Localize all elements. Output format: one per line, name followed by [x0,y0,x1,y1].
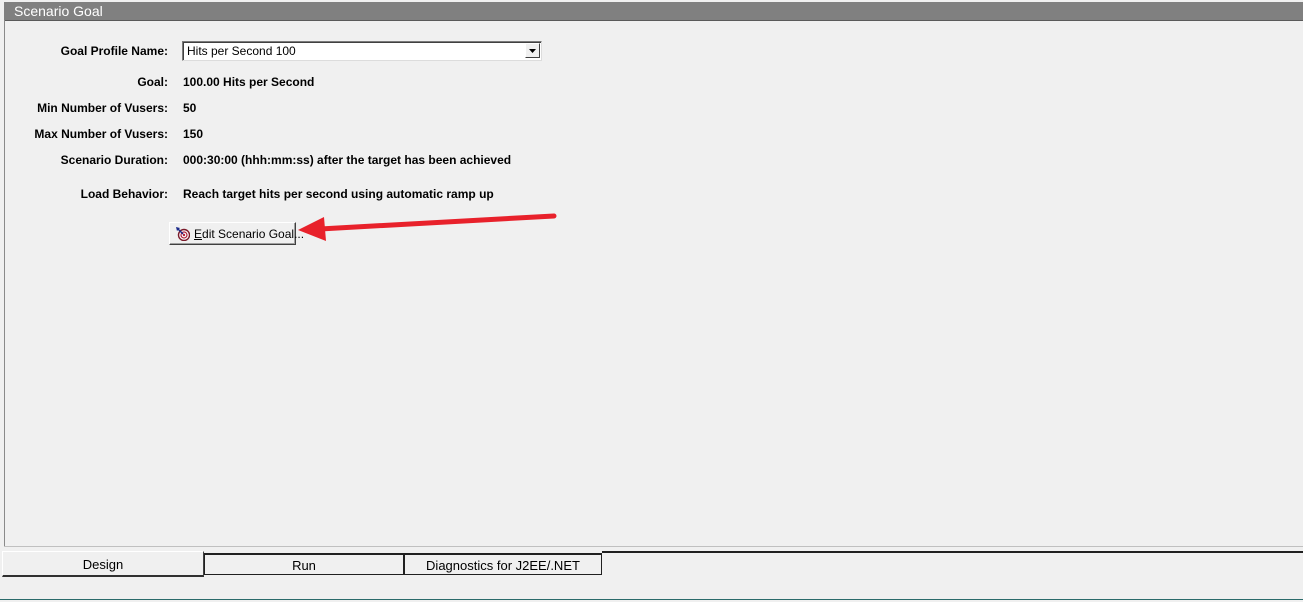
tab-diagnostics[interactable]: Diagnostics for J2EE/.NET [404,553,602,575]
dropdown-button[interactable] [525,43,540,58]
tab-run[interactable]: Run [204,553,404,575]
panel-title-bar: Scenario Goal [4,2,1303,21]
panel-bottom-divider [4,546,1303,547]
goal-profile-select[interactable]: Hits per Second 100 [182,41,542,61]
edit-scenario-goal-button[interactable]: Edit Scenario Goal... [169,222,304,246]
load-behavior-label: Load Behavior: [80,187,168,201]
goal-profile-selected-value: Hits per Second 100 [187,44,296,58]
view-tabs: Design Run Diagnostics for J2EE/.NET [0,551,1303,581]
status-strip [0,581,1303,602]
goal-label: Goal: [137,75,168,89]
duration-label: Scenario Duration: [60,153,168,167]
annotation-arrow [298,213,557,241]
edit-scenario-goal-label: Edit Scenario Goal... [194,227,305,241]
goal-value: 100.00 Hits per Second [183,75,315,89]
panel-title: Scenario Goal [14,3,103,19]
tab-design[interactable]: Design [2,551,204,577]
min-vusers-label: Min Number of Vusers: [37,101,168,115]
max-vusers-value: 150 [183,127,204,141]
goal-profile-label: Goal Profile Name: [60,44,168,58]
load-behavior-value: Reach target hits per second using autom… [183,187,494,201]
chevron-down-icon [529,49,536,53]
status-strip-line [0,599,1303,600]
max-vusers-label: Max Number of Vusers: [34,127,168,141]
duration-value: 000:30:00 (hhh:mm:ss) after the target h… [183,153,512,167]
tabs-divider [602,551,1303,553]
min-vusers-value: 50 [183,101,197,115]
target-goal-icon [176,227,191,246]
panel-left-border [4,20,5,546]
